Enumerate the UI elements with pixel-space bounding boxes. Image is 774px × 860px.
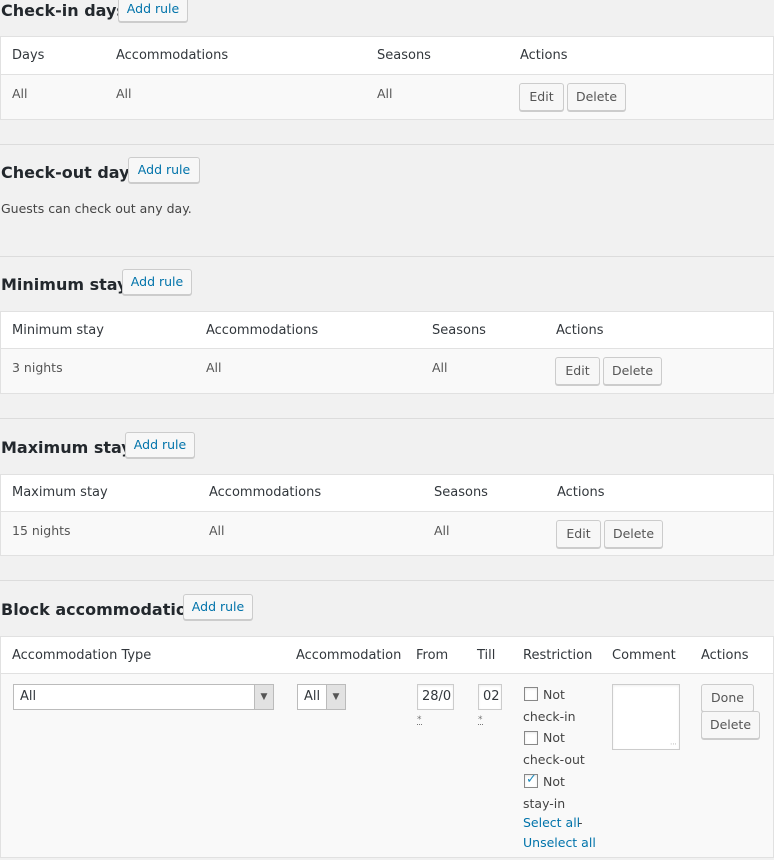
not-checkout-checkbox[interactable] xyxy=(524,731,538,745)
accommodation-value: All xyxy=(304,689,321,704)
block-header-restriction: Restriction xyxy=(523,648,593,663)
checkin-cell-accommodations: All xyxy=(116,86,132,101)
maxstay-cell-accommodations: All xyxy=(209,523,225,538)
checkmark-icon: ✓ xyxy=(526,772,537,787)
block-title: Block accommodation xyxy=(1,600,199,619)
not-checkin-label-2: check-in xyxy=(523,709,576,724)
accommodation-type-value: All xyxy=(20,689,37,704)
minstay-title: Minimum stay xyxy=(1,275,128,294)
checkin-table: Days Accommodations Seasons Actions All … xyxy=(0,36,774,120)
maxstay-cell-seasons: All xyxy=(434,523,450,538)
chevron-down-icon: ▼ xyxy=(254,685,273,709)
minstay-header-actions: Actions xyxy=(556,323,604,338)
not-stayin-checkbox[interactable]: ✓ xyxy=(524,772,538,788)
unselect-all-link[interactable]: Unselect all xyxy=(523,835,596,850)
from-date-input[interactable]: 28/0 xyxy=(417,684,454,710)
not-checkout-label-2: check-out xyxy=(523,752,585,767)
table-row: All All All Edit Delete xyxy=(1,74,773,119)
from-required-mark: * xyxy=(417,715,422,725)
checkin-cell-days: All xyxy=(12,86,28,101)
block-header-type: Accommodation Type xyxy=(12,648,152,663)
done-button[interactable]: Done xyxy=(701,684,754,712)
select-all-link[interactable]: Select all xyxy=(523,815,580,830)
checkout-title: Check-out days xyxy=(1,163,140,182)
minstay-cell-stay: 3 nights xyxy=(12,360,63,375)
checkin-title: Check-in days xyxy=(1,1,126,20)
minstay-header-accommodations: Accommodations xyxy=(206,323,319,338)
minstay-table: Minimum stay Accommodations Seasons Acti… xyxy=(0,311,774,394)
not-checkin-checkbox[interactable] xyxy=(524,687,538,701)
checkin-header-actions: Actions xyxy=(520,48,568,63)
block-header-till: Till xyxy=(477,648,496,663)
maxstay-edit-button[interactable]: Edit xyxy=(556,520,601,548)
checkin-add-rule-button[interactable]: Add rule xyxy=(118,0,188,22)
not-stayin-label-1: Not xyxy=(543,774,565,789)
table-row: All ▼ All ▼ 28/0 * 02 * Not check-in Not… xyxy=(1,673,773,857)
till-required-mark: * xyxy=(478,715,483,725)
checkin-header-seasons: Seasons xyxy=(377,48,431,63)
block-header-comment: Comment xyxy=(612,648,676,663)
block-add-rule-button[interactable]: Add rule xyxy=(183,594,253,620)
maxstay-header-seasons: Seasons xyxy=(434,485,488,500)
select-separator: - xyxy=(578,815,583,830)
accommodation-select[interactable]: All ▼ xyxy=(297,684,346,710)
maxstay-title: Maximum stay xyxy=(1,438,132,457)
chevron-down-icon: ▼ xyxy=(326,685,345,709)
maxstay-add-rule-button[interactable]: Add rule xyxy=(125,432,195,458)
minstay-cell-seasons: All xyxy=(432,360,448,375)
maxstay-header-stay: Maximum stay xyxy=(12,485,108,500)
block-header-from: From xyxy=(416,648,449,663)
checkout-add-rule-button[interactable]: Add rule xyxy=(128,157,200,183)
checkin-header-accommodations: Accommodations xyxy=(116,48,229,63)
minstay-cell-accommodations: All xyxy=(206,360,222,375)
not-checkin-label-1: Not xyxy=(543,687,565,702)
block-header-accommodation: Accommodation xyxy=(296,648,402,663)
block-table: Accommodation Type Accommodation From Ti… xyxy=(0,636,774,858)
not-checkout-label-1: Not xyxy=(543,730,565,745)
minstay-header-stay: Minimum stay xyxy=(12,323,104,338)
section-divider xyxy=(0,418,774,419)
section-divider xyxy=(0,256,774,257)
minstay-edit-button[interactable]: Edit xyxy=(555,357,600,385)
checkin-delete-button[interactable]: Delete xyxy=(567,83,626,111)
checkin-header-days: Days xyxy=(12,48,45,63)
till-date-input[interactable]: 02 xyxy=(478,684,502,710)
minstay-delete-button[interactable]: Delete xyxy=(603,357,662,385)
maxstay-header-accommodations: Accommodations xyxy=(209,485,322,500)
maxstay-header-actions: Actions xyxy=(557,485,605,500)
minstay-add-rule-button[interactable]: Add rule xyxy=(122,269,192,295)
accommodation-type-select[interactable]: All ▼ xyxy=(13,684,274,710)
maxstay-delete-button[interactable]: Delete xyxy=(604,520,663,548)
not-stayin-label-2: stay-in xyxy=(523,796,566,811)
resize-grip-icon: ⋯ xyxy=(670,740,677,748)
checkin-cell-seasons: All xyxy=(377,86,393,101)
comment-textarea[interactable]: ⋯ xyxy=(612,684,680,750)
checkout-note: Guests can check out any day. xyxy=(1,201,192,216)
checkin-edit-button[interactable]: Edit xyxy=(519,83,564,111)
maxstay-table: Maximum stay Accommodations Seasons Acti… xyxy=(0,474,774,556)
table-row: 3 nights All All Edit Delete xyxy=(1,348,773,393)
block-header-actions: Actions xyxy=(701,648,749,663)
table-row: 15 nights All All Edit Delete xyxy=(1,511,773,555)
block-delete-button[interactable]: Delete xyxy=(701,711,760,739)
section-divider xyxy=(0,580,774,581)
section-divider xyxy=(0,144,774,145)
minstay-header-seasons: Seasons xyxy=(432,323,486,338)
maxstay-cell-stay: 15 nights xyxy=(12,523,71,538)
